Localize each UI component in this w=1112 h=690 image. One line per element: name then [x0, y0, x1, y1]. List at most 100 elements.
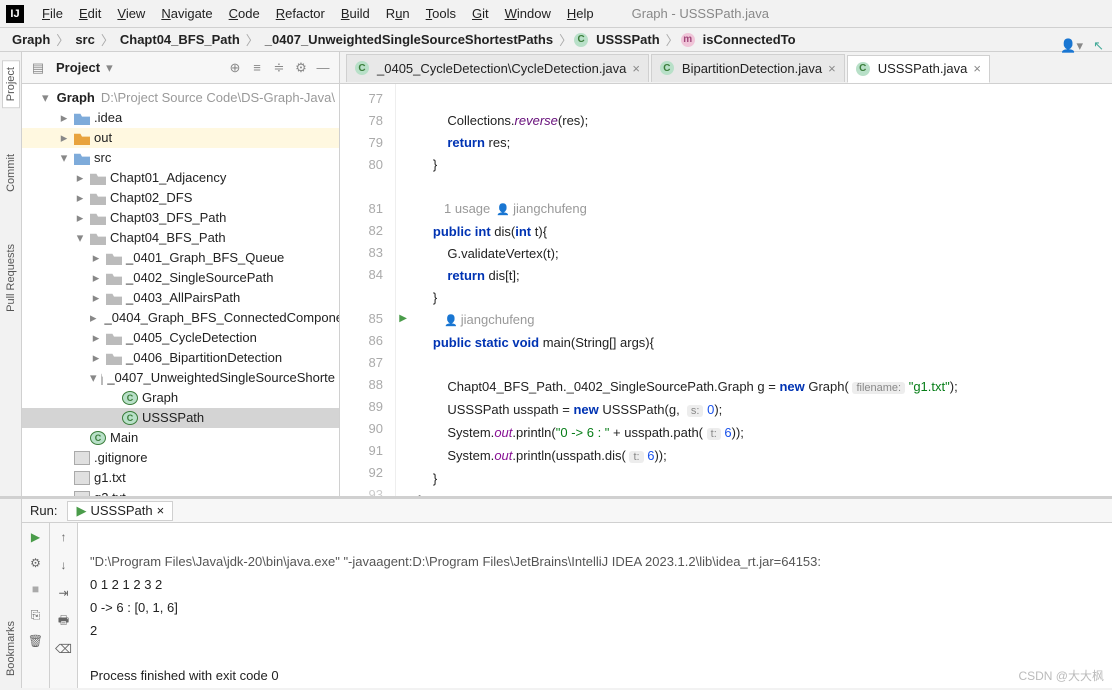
tree-item[interactable]: ▸_0401_Graph_BFS_Queue — [22, 248, 339, 268]
tree-item[interactable]: ▾_0407_UnweightedSingleSourceShorte — [22, 368, 339, 388]
tree-item[interactable]: USSSPath — [22, 408, 339, 428]
down-icon[interactable]: ↓ — [56, 557, 72, 573]
hide-icon[interactable]: — — [315, 60, 331, 76]
app-logo: IJ — [6, 5, 24, 23]
expand-icon[interactable]: ≡ — [249, 60, 265, 76]
close-icon[interactable]: × — [973, 61, 981, 76]
menu-edit[interactable]: Edit — [71, 6, 109, 21]
menu-tools[interactable]: Tools — [418, 6, 464, 21]
tree-item[interactable]: ▸out — [22, 128, 339, 148]
tab-ussspath[interactable]: C USSSPath.java × — [847, 55, 990, 83]
tab-bipartition[interactable]: C BipartitionDetection.java × — [651, 54, 845, 82]
menu-navigate[interactable]: Navigate — [153, 6, 220, 21]
run-config-tab[interactable]: ▶ USSSPath × — [67, 501, 173, 521]
left-tool-strip-bottom: Bookmarks — [0, 499, 22, 688]
menu-file[interactable]: File — [34, 6, 71, 21]
up-icon[interactable]: ↑ — [56, 529, 72, 545]
file-icon — [74, 451, 90, 465]
menu-run[interactable]: Run — [378, 6, 418, 21]
project-view-icon[interactable]: ▤ — [30, 60, 46, 76]
tree-item[interactable]: ▸_0406_BipartitionDetection — [22, 348, 339, 368]
pkg-icon — [106, 351, 122, 365]
folder-icon — [74, 151, 90, 165]
pkg-icon — [106, 331, 122, 345]
file-icon — [74, 491, 90, 496]
debug-icon[interactable]: ⚙ — [28, 555, 44, 571]
class-icon: C — [660, 61, 674, 75]
tree-item[interactable]: Graph — [22, 388, 339, 408]
menu-bar: IJ File Edit View Navigate Code Refactor… — [0, 0, 1112, 28]
trash-icon[interactable]: 🗑 — [28, 633, 44, 649]
wrap-icon[interactable]: ⇥ — [56, 585, 72, 601]
vtab-project[interactable]: Project — [2, 60, 20, 108]
locate-icon[interactable]: ⊕ — [227, 60, 243, 76]
toolbar-right: 👤▾ ↖ — [1060, 38, 1104, 54]
console-output[interactable]: "D:\Program Files\Java\jdk-20\bin\java.e… — [78, 523, 1112, 688]
vtab-pull-requests[interactable]: Pull Requests — [3, 238, 19, 318]
settings-icon[interactable]: ⚙ — [293, 60, 309, 76]
menu-help[interactable]: Help — [559, 6, 602, 21]
tree-item[interactable]: ▸Chapt01_Adjacency — [22, 168, 339, 188]
code-area[interactable]: Collections.reverse(res); return res; } … — [396, 84, 1112, 496]
clear-icon[interactable]: ⌫ — [56, 641, 72, 657]
menu-git[interactable]: Git — [464, 6, 497, 21]
tree-item[interactable]: .gitignore — [22, 448, 339, 468]
crumb-method[interactable]: isConnectedTo — [699, 32, 800, 47]
folder-o-icon — [74, 131, 90, 145]
window-title: Graph - USSSPath.java — [632, 6, 769, 21]
tree-item[interactable]: g1.txt — [22, 468, 339, 488]
tree-item[interactable]: ▸.idea — [22, 108, 339, 128]
crumb-src[interactable]: src — [71, 32, 99, 47]
line-gutter: 77787980 81828384 858687888990919293 — [340, 84, 396, 496]
crumb-class[interactable]: USSSPath — [592, 32, 664, 47]
tree-item[interactable]: ▸_0402_SingleSourcePath — [22, 268, 339, 288]
close-icon[interactable]: × — [828, 61, 836, 76]
crumb-pkg[interactable]: _0407_UnweightedSingleSourceShortestPath… — [261, 32, 557, 47]
file-icon — [74, 471, 90, 485]
class-icon — [122, 391, 138, 405]
crumb-graph[interactable]: Graph — [8, 32, 54, 47]
project-tree[interactable]: ▾GraphD:\Project Source Code\DS-Graph-Ja… — [22, 84, 339, 496]
tree-item[interactable]: ▸Chapt02_DFS — [22, 188, 339, 208]
editor-tabs: C _0405_CycleDetection\CycleDetection.ja… — [340, 52, 1112, 84]
user-icon[interactable]: 👤▾ — [1060, 38, 1083, 54]
close-icon[interactable]: × — [157, 503, 165, 518]
close-icon[interactable]: × — [632, 61, 640, 76]
menu-code[interactable]: Code — [221, 6, 268, 21]
collapse-icon[interactable]: ≑ — [271, 60, 287, 76]
tree-item[interactable]: g2.txt — [22, 488, 339, 496]
run-toolbar-left2: ↑ ↓ ⇥ 🖶 ⌫ — [50, 523, 78, 688]
folder-icon — [74, 111, 90, 125]
tree-item[interactable]: Main — [22, 428, 339, 448]
menu-view[interactable]: View — [109, 6, 153, 21]
menu-refactor[interactable]: Refactor — [268, 6, 333, 21]
run-tool-window: Bookmarks Run: ▶ USSSPath × ▶ ⚙ ■ ⎘ 🗑 ↑ … — [0, 496, 1112, 688]
class-icon — [90, 431, 106, 445]
tree-item[interactable]: ▾src — [22, 148, 339, 168]
tree-item[interactable]: ▸_0403_AllPairsPath — [22, 288, 339, 308]
print-icon[interactable]: 🖶 — [56, 613, 72, 629]
tree-item[interactable]: ▾Chapt04_BFS_Path — [22, 228, 339, 248]
menu-window[interactable]: Window — [497, 6, 559, 21]
run-label: Run: — [30, 503, 57, 518]
editor: C _0405_CycleDetection\CycleDetection.ja… — [340, 52, 1112, 496]
vtab-bookmarks[interactable]: Bookmarks — [3, 615, 19, 682]
left-tool-strip: Project Commit Pull Requests — [0, 52, 22, 496]
tree-item[interactable]: ▸Chapt03_DFS_Path — [22, 208, 339, 228]
pkg-icon — [90, 231, 106, 245]
breadcrumb: Graph〉 src〉 Chapt04_BFS_Path〉 _0407_Unwe… — [0, 28, 1112, 52]
vtab-commit[interactable]: Commit — [3, 148, 19, 198]
tab-cycledetection[interactable]: C _0405_CycleDetection\CycleDetection.ja… — [346, 54, 649, 82]
crumb-ch04[interactable]: Chapt04_BFS_Path — [116, 32, 244, 47]
tree-item[interactable]: ▾GraphD:\Project Source Code\DS-Graph-Ja… — [22, 88, 339, 108]
tree-item[interactable]: ▸_0405_CycleDetection — [22, 328, 339, 348]
run-toolbar-left: ▶ ⚙ ■ ⎘ 🗑 — [22, 523, 50, 688]
pkg-icon — [90, 171, 106, 185]
run-icon[interactable]: ▶ — [28, 529, 44, 545]
tree-item[interactable]: ▸_0404_Graph_BFS_ConnectedCompone — [22, 308, 339, 328]
class-icon: C — [574, 33, 588, 47]
menu-build[interactable]: Build — [333, 6, 378, 21]
stop-icon[interactable]: ■ — [28, 581, 44, 597]
dump-icon[interactable]: ⎘ — [28, 607, 44, 623]
search-icon[interactable]: ↖ — [1093, 38, 1104, 54]
